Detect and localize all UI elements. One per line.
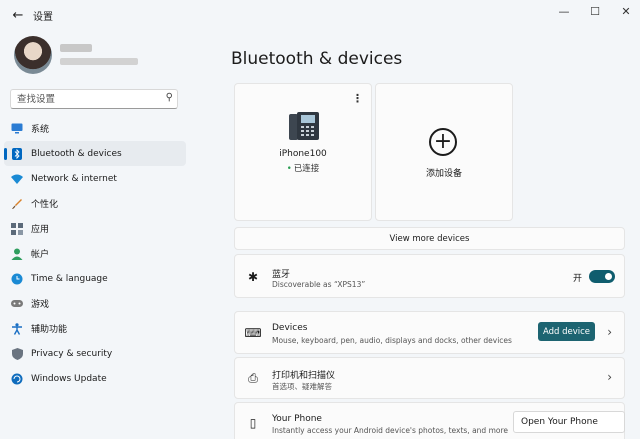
device-card-iphone[interactable]: ⋮ iPhone100 • 已连接 (234, 83, 372, 221)
sidebar-item-label: Privacy & security (31, 348, 113, 359)
open-your-phone-button[interactable]: Open Your Phone (513, 411, 625, 433)
bluetooth-subtitle: Discoverable as “XPS13” (272, 280, 366, 289)
minimize-button[interactable]: — (549, 0, 579, 22)
bluetooth-toggle[interactable] (589, 270, 615, 283)
sidebar-item-label: 应用 (31, 225, 50, 235)
brush-icon (11, 198, 23, 210)
your-phone-subtitle: Instantly access your Android device's p… (272, 426, 508, 435)
shield-icon (11, 347, 23, 360)
your-phone-row[interactable]: ▯ Your Phone Instantly access your Andro… (234, 402, 625, 439)
avatar[interactable] (14, 36, 52, 74)
sidebar-item-label: 游戏 (31, 300, 50, 310)
sidebar-nav: 系统 Bluetooth & devices Network & interne… (4, 116, 186, 391)
phone-icon: ▯ (249, 416, 257, 430)
bluetooth-icon (11, 147, 23, 160)
apps-icon (11, 222, 23, 235)
add-circle-icon: + (429, 128, 457, 156)
printer-icon: ⎙ (248, 370, 258, 385)
active-indicator (4, 148, 7, 160)
device-name: iPhone100 (279, 149, 327, 159)
title-bar: ← 设置 — ☐ ✕ (0, 0, 640, 30)
sidebar-item-label: Time & language (31, 273, 108, 284)
devices-subtitle: Mouse, keyboard, pen, audio, displays an… (272, 336, 512, 345)
app-title: 设置 (33, 12, 53, 23)
sidebar-item-network[interactable]: Network & internet (4, 166, 186, 191)
bluetooth-row: ✱ 蓝牙 Discoverable as “XPS13” 开 (234, 254, 625, 298)
wifi-icon (11, 173, 23, 185)
sidebar-item-label: Windows Update (31, 373, 107, 384)
bluetooth-title: 蓝牙 (272, 270, 291, 280)
globe-clock-icon (11, 273, 23, 285)
view-more-devices-button[interactable]: View more devices (234, 227, 625, 250)
sidebar-item-windows-update[interactable]: Windows Update (4, 366, 186, 391)
toggle-knob (605, 273, 612, 280)
sidebar-item-label: 帐户 (31, 250, 50, 260)
sidebar-item-gaming[interactable]: 游戏 (4, 291, 186, 316)
monitor-icon (11, 123, 23, 135)
page-title: Bluetooth & devices (231, 49, 403, 69)
connected-dot: • (286, 164, 292, 174)
search-icon[interactable]: ⚲ (166, 92, 173, 103)
desk-phone-icon (289, 112, 319, 140)
devices-row[interactable]: ⌨ Devices Mouse, keyboard, pen, audio, d… (234, 311, 625, 354)
sidebar-item-bluetooth-devices[interactable]: Bluetooth & devices (4, 141, 186, 166)
user-name-redacted (60, 44, 92, 52)
maximize-button[interactable]: ☐ (580, 0, 610, 22)
sidebar-item-label: 系统 (31, 125, 50, 135)
sidebar-item-label: 个性化 (31, 200, 59, 210)
printers-row[interactable]: ⎙ 打印机和扫描仪 首选项、疑难解答 › (234, 357, 625, 399)
person-icon (11, 248, 23, 260)
chevron-right-icon[interactable]: › (607, 325, 612, 339)
search-input[interactable] (17, 92, 157, 106)
gamepad-icon (11, 298, 23, 310)
sidebar-item-label: Bluetooth & devices (31, 148, 122, 159)
add-device-label: 添加设备 (425, 169, 462, 179)
printers-title: 打印机和扫描仪 (272, 371, 336, 381)
sidebar-item-personalization[interactable]: 个性化 (4, 191, 186, 216)
settings-window: ← 设置 — ☐ ✕ ⚲ 系统 Bluetooth & devices Netw… (0, 0, 640, 439)
sidebar-item-time-language[interactable]: Time & language (4, 266, 186, 291)
your-phone-title: Your Phone (272, 414, 322, 424)
sidebar-item-accessibility[interactable]: 辅助功能 (4, 316, 186, 341)
sidebar-item-privacy-security[interactable]: Privacy & security (4, 341, 186, 366)
back-button[interactable]: ← (8, 5, 28, 25)
sidebar-item-system[interactable]: 系统 (4, 116, 186, 141)
keyboard-icon: ⌨ (244, 326, 262, 340)
sidebar-item-accounts[interactable]: 帐户 (4, 241, 186, 266)
sidebar-item-apps[interactable]: 应用 (4, 216, 186, 241)
printers-subtitle: 首选项、疑难解答 (272, 382, 332, 391)
search-box[interactable]: ⚲ (10, 89, 178, 109)
devices-title: Devices (272, 323, 308, 333)
sidebar-item-label: 辅助功能 (31, 325, 68, 335)
user-email-redacted (60, 58, 138, 65)
device-status: • 已连接 (235, 162, 371, 174)
device-status-text: 已连接 (293, 164, 320, 174)
sidebar-item-label: Network & internet (31, 173, 117, 184)
chevron-right-icon[interactable]: › (607, 370, 612, 384)
add-device-card[interactable]: + 添加设备 (375, 83, 513, 221)
more-options-icon[interactable]: ⋮ (352, 92, 363, 105)
bluetooth-toggle-label: 开 (573, 274, 583, 284)
back-arrow-icon: ← (12, 7, 24, 23)
bluetooth-icon: ✱ (247, 270, 259, 284)
add-device-button[interactable]: Add device (538, 322, 595, 341)
update-icon (11, 373, 23, 385)
accessibility-icon (11, 322, 23, 335)
close-button[interactable]: ✕ (611, 0, 640, 22)
